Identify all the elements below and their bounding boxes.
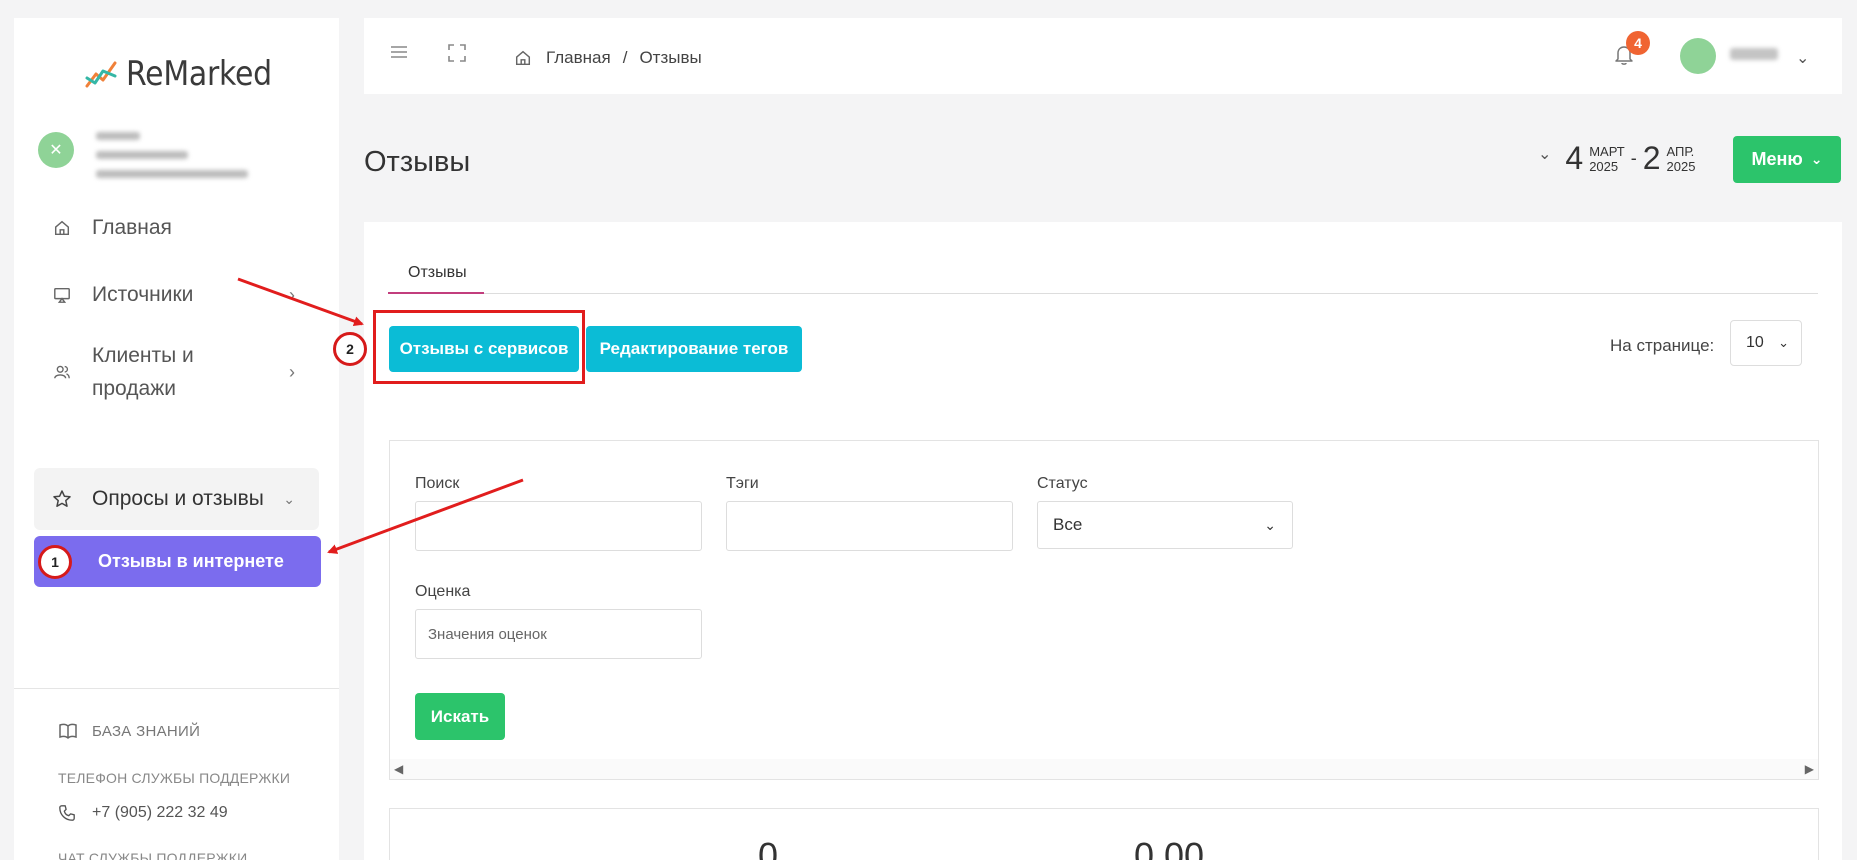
rating-placeholder: Значения оценок [428,625,547,643]
stats-panel: 0 0.00 [389,808,1819,860]
date-separator: - [1630,148,1637,168]
knowledge-base-link[interactable]: БАЗА ЗНАНИЙ [58,722,200,740]
sidebar-item-label: Клиенты и продажи [92,339,194,405]
avatar[interactable] [1680,38,1716,74]
breadcrumb: Главная / Отзывы [514,48,702,68]
date-to-month: АПР. [1666,143,1695,159]
sidebar-subitem-online-reviews[interactable]: Отзывы в интернете [34,536,321,587]
book-icon [59,723,77,740]
chevron-right-icon: › [289,284,295,305]
search-button[interactable]: Искать [415,693,505,740]
sidebar: ReMarked ✕ Главная Источники › Клиенты и… [14,18,339,860]
logo[interactable]: ReMarked [84,54,292,94]
home-icon[interactable] [514,49,532,67]
tags-input[interactable] [726,501,1013,551]
date-from-year: 2025 [1589,158,1619,174]
sidebar-subitem-label: Отзывы в интернете [98,551,284,571]
breadcrumb-current: Отзывы [639,48,702,67]
annotation-badge-1: 1 [38,545,72,579]
chevron-down-icon: ⌄ [283,490,295,507]
tags-label: Тэги [726,475,759,492]
user-info-redacted [96,132,248,189]
reviews-card: Отзывы Отзывы с сервисов Редактирование … [364,222,1842,860]
scroll-right-icon[interactable]: ▶ [1805,762,1814,776]
divider [14,688,339,689]
status-value: Все [1053,515,1083,534]
tab-active-indicator [388,292,484,294]
fullscreen-icon[interactable] [448,44,466,67]
sidebar-item-label-line2: продажи [92,377,176,400]
annotation-highlight-box [373,310,585,384]
sidebar-item-clients-sales[interactable]: Клиенты и продажи › [34,338,319,406]
breadcrumb-separator: / [622,48,628,67]
support-phone-label: ТЕЛЕФОН СЛУЖБЫ ПОДДЕРЖКИ [58,770,291,786]
support-phone: +7 (905) 222 32 49 [92,804,228,821]
username-redacted[interactable] [1730,48,1778,60]
sidebar-item-label-line1: Клиенты и [92,344,194,367]
users-icon [52,362,72,382]
edit-tags-button[interactable]: Редактирование тегов [586,326,802,372]
sidebar-item-label: Источники [92,283,194,306]
menu-button-label: Меню [1751,149,1803,169]
knowledge-base-label: БАЗА ЗНАНИЙ [92,722,201,740]
horizontal-scrollbar[interactable]: ◀ ▶ [390,759,1818,779]
star-icon [52,489,72,509]
date-range-picker[interactable]: ⌄ 4 МАРТ 2025 - 2 АПР. 2025 [1538,140,1695,177]
sidebar-item-label: Опросы и отзывы [92,487,264,510]
logo-chart-icon [85,61,117,88]
sidebar-item-label: Главная [92,216,172,239]
per-page-value: 10 [1746,334,1764,351]
sidebar-item-sources[interactable]: Источники › [34,275,319,315]
avatar: ✕ [38,132,74,168]
per-page-select[interactable]: 10 ⌄ [1730,320,1802,366]
phone-icon [59,805,75,821]
monitor-icon [52,285,72,305]
tab-reviews[interactable]: Отзывы [408,264,467,282]
filter-panel: Поиск Тэги Статус Все ⌄ Оценка Значения … [389,440,1819,780]
search-input[interactable] [415,501,702,551]
search-button-label: Искать [430,706,490,726]
date-to-month-year: АПР. 2025 [1667,144,1696,174]
stat-value-count: 0 [758,835,779,860]
top-bar: Главная / Отзывы 4 ⌄ [364,18,1842,94]
date-from-month: МАРТ [1589,143,1625,159]
chevron-down-icon[interactable]: ⌄ [1796,48,1809,68]
home-icon [52,218,72,238]
sidebar-item-home[interactable]: Главная [34,208,319,248]
menu-button[interactable]: Меню ⌄ [1733,136,1841,183]
tab-bar-line [388,293,1818,294]
hamburger-menu-icon[interactable] [390,44,408,65]
per-page-label: На странице: [1610,336,1715,355]
status-select[interactable]: Все ⌄ [1037,501,1293,549]
chevron-down-icon: ⌄ [1538,145,1552,163]
sidebar-item-surveys-reviews[interactable]: Опросы и отзывы ⌄ [34,468,319,530]
stat-value-average: 0.00 [1134,835,1205,860]
annotation-badge-2: 2 [333,332,367,366]
chevron-down-icon: ⌄ [1778,335,1789,350]
rating-input[interactable]: Значения оценок [415,609,702,659]
logo-text: ReMarked [126,54,272,94]
chevron-down-icon: ⌄ [1810,151,1823,167]
chevron-right-icon: › [289,361,295,382]
chevron-down-icon: ⌄ [1264,516,1276,533]
date-to-day: 2 [1642,140,1661,176]
page-title: Отзывы [364,146,471,178]
rating-label: Оценка [415,583,471,600]
search-label: Поиск [415,475,460,492]
date-from-day: 4 [1565,140,1584,176]
notification-badge: 4 [1626,31,1650,55]
date-to-year: 2025 [1666,158,1696,174]
support-chat-label: ЧАТ СЛУЖБЫ ПОДДЕРЖКИ [58,850,248,860]
status-label: Статус [1037,475,1088,492]
support-phone-link[interactable]: +7 (905) 222 32 49 [58,804,228,822]
scroll-left-icon[interactable]: ◀ [394,762,403,776]
user-profile[interactable]: ✕ [38,132,248,189]
edit-tags-label: Редактирование тегов [599,339,789,358]
date-from-month-year: МАРТ 2025 [1589,144,1625,174]
breadcrumb-home[interactable]: Главная [546,48,611,68]
